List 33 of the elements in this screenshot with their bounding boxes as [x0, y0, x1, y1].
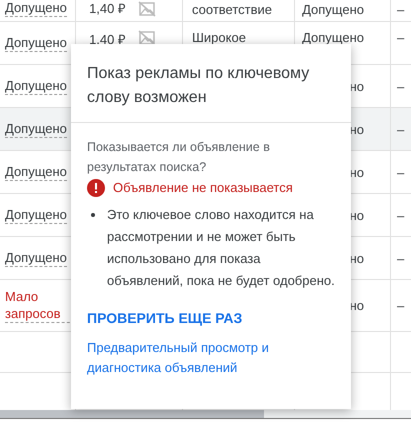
- question-text: Показывается ли объявление в результатах поиска?: [87, 139, 271, 176]
- dash-text: –: [397, 298, 404, 313]
- review-status-text: Допущено: [302, 2, 364, 17]
- dash-text: –: [397, 30, 404, 45]
- bid-text: 1,40 ₽: [89, 0, 126, 17]
- status-text[interactable]: Допущено: [5, 249, 67, 267]
- bullet-text: Это ключевое слово находится на рассмотрении и не может быть использовано для показа объявлений, пока не будет одобрено.: [107, 206, 335, 290]
- dash-text: –: [397, 2, 404, 17]
- horizontal-scrollbar[interactable]: [0, 410, 411, 419]
- status-text[interactable]: Допущено: [5, 120, 67, 138]
- dash-text: –: [397, 208, 404, 222]
- status-text[interactable]: Допущено: [5, 34, 67, 52]
- popup-title: Показ рекламы по ключевому слову возможен: [87, 64, 310, 108]
- dash-text: –: [397, 122, 404, 136]
- status-text[interactable]: Допущено: [5, 206, 67, 224]
- status-text[interactable]: Допущено: [5, 163, 67, 181]
- image-off-icon: [138, 30, 156, 46]
- dash-text: –: [397, 164, 404, 180]
- bid-text: 1,40 ₽: [89, 31, 126, 48]
- review-status-text: Допущено: [302, 30, 364, 45]
- preview-link[interactable]: Предварительный просмотр и диагностика объявлений: [87, 338, 287, 378]
- image-off-icon: [138, 1, 156, 17]
- result-text: Объявление не показывается: [113, 179, 293, 197]
- dash-text: –: [397, 250, 404, 266]
- check-again-button[interactable]: ПРОВЕРИТЬ ЕЩЕ РАЗ: [79, 306, 250, 330]
- bullet-icon: [91, 213, 95, 217]
- status-text[interactable]: Допущено: [5, 0, 67, 17]
- match-type-text: соответствие: [192, 2, 272, 17]
- dash-text: –: [397, 78, 404, 94]
- error-icon: [87, 179, 105, 197]
- scrollbar-thumb[interactable]: [0, 410, 264, 418]
- status-text[interactable]: Допущено: [5, 77, 67, 95]
- match-type-text: Широкое: [192, 30, 246, 45]
